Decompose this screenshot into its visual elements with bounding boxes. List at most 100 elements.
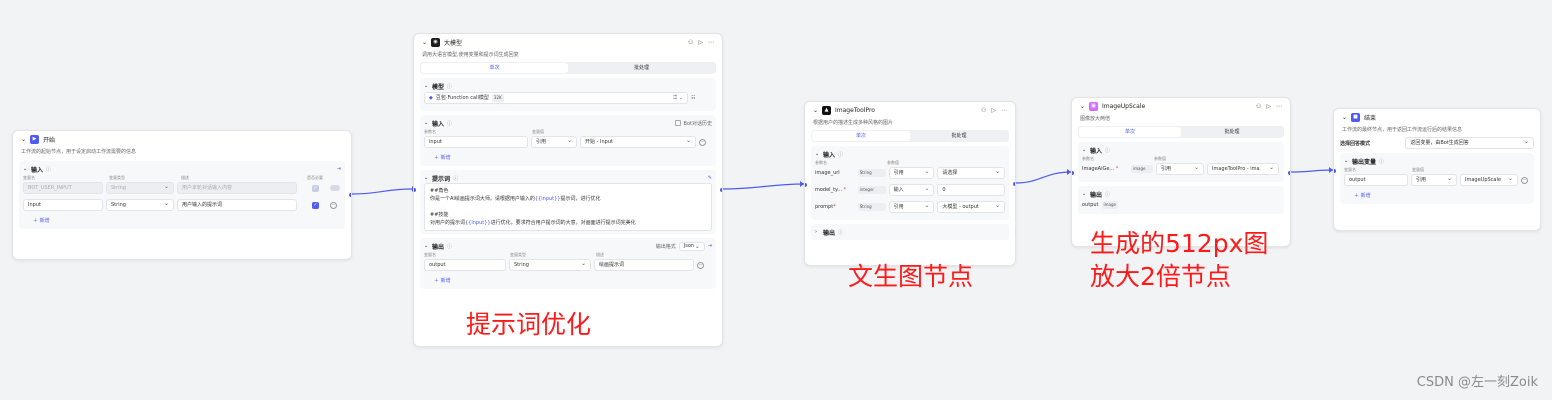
checkbox-empty[interactable]	[674, 120, 681, 126]
tab-batch[interactable]: 批处理	[1181, 127, 1283, 137]
param-name-field[interactable]: input	[424, 136, 528, 148]
run-icon[interactable]: ▷	[991, 107, 996, 114]
add-output-button[interactable]: ＋ 新增	[1344, 190, 1381, 201]
image-tool-pro-node[interactable]: ⌄ ▲ ImageToolPro ⚇ ▷ ⋯ 根据用户的描述生成多种风格的图片 …	[804, 101, 1016, 266]
output-section-header[interactable]: › 输出 ⓘ	[815, 227, 1005, 237]
collapse-chevron-icon[interactable]: ⌄	[813, 107, 822, 114]
reference-select[interactable]: 请选择	[937, 167, 1005, 179]
add-input-button[interactable]: ＋ 新增	[424, 152, 461, 163]
output-format-select[interactable]: Json	[678, 241, 705, 251]
expand-icon[interactable]: ⇥	[708, 243, 712, 249]
required-checkbox[interactable]: ✓	[312, 201, 319, 209]
input-port[interactable]	[1334, 168, 1337, 174]
output-port[interactable]	[348, 192, 351, 198]
input-section-header[interactable]: ⌄ 输入 ⓘ Bot对话历史	[424, 118, 712, 128]
chevron-down-icon[interactable]: ⌄	[1082, 147, 1090, 153]
output-port[interactable]	[1287, 170, 1290, 176]
tab-single[interactable]: 单次	[421, 63, 568, 73]
var-type-select[interactable]: String	[106, 199, 174, 211]
reference-select[interactable]: 开始 - Input	[580, 136, 696, 148]
chevron-down-icon[interactable]: ⌄	[424, 243, 432, 249]
more-icon[interactable]: ⋯	[1276, 103, 1282, 110]
output-section-header[interactable]: ⌄ 输出变量 ⓘ	[1344, 156, 1530, 166]
input-port[interactable]	[805, 182, 808, 188]
run-icon[interactable]: ▷	[1266, 103, 1271, 110]
reference-select[interactable]: ImageToolPro - ima	[1207, 163, 1279, 175]
settings-icon[interactable]: ⎅ ⌄	[673, 93, 683, 103]
col-header: 变量名	[23, 175, 35, 180]
chevron-down-icon[interactable]: ⌄	[1344, 158, 1352, 164]
chevron-down-icon[interactable]: ⌄	[815, 151, 823, 157]
image-upscale-node[interactable]: ⌄ ▣ ImageUpScale ⚇ ▷ ⋯ 图像放大两倍 单次 批处理 ⌄ 输…	[1071, 97, 1291, 247]
reference-select[interactable]: 大模型 - output	[937, 201, 1005, 213]
more-icon[interactable]: ⋯	[708, 39, 714, 46]
prompt-section-header[interactable]: ⌄ 提示词 ⓘ ✎	[424, 173, 712, 183]
value-input[interactable]: 0	[937, 184, 1005, 196]
var-type-select[interactable]: String	[509, 259, 591, 271]
tab-single[interactable]: 单次	[812, 131, 910, 141]
chevron-down-icon[interactable]: ⌄	[424, 175, 432, 181]
value-mode-select[interactable]: 输入	[888, 184, 935, 196]
chevron-down-icon[interactable]: ⌄	[23, 166, 31, 172]
var-name-field[interactable]: Input	[23, 199, 103, 211]
answer-mode-select[interactable]: 返回变量，由Bot生成回答	[1405, 137, 1534, 149]
value-mode-select[interactable]: 引用	[888, 201, 935, 213]
reference-select[interactable]: ImageUpScale	[1460, 174, 1518, 186]
watermark: CSDN @左一刻Zoik	[1416, 375, 1538, 390]
expand-icon[interactable]: ⇥	[337, 166, 341, 172]
value-mode-select[interactable]: 引用	[888, 167, 935, 179]
debug-icon[interactable]: ⚇	[981, 107, 986, 114]
add-input-button[interactable]: ＋ 新增	[23, 215, 60, 226]
debug-icon[interactable]: ⚇	[688, 39, 693, 46]
value-mode-select[interactable]: 引用	[1156, 163, 1204, 175]
add-output-button[interactable]: ＋ 新增	[424, 275, 461, 286]
chevron-down-icon[interactable]: ⌄	[424, 120, 432, 126]
model-section-header[interactable]: ⌄ 模型 ⓘ	[424, 81, 712, 91]
llm-node[interactable]: ⌄ ◉ 大模型 ⚇ ▷ ⋯ 调用大语言模型,使用变量和提示词生成回复 单次 批处…	[413, 33, 723, 347]
remove-row-icon[interactable]: −	[1521, 176, 1528, 184]
chevron-down-icon[interactable]: ⌄	[424, 83, 432, 89]
start-node[interactable]: ⌄ ▶ 开始 工作流的起始节点，用于设定启动工作流需要的信息 ⌄ 输入 ⓘ ⇥ …	[12, 130, 352, 260]
var-desc-field[interactable]: 用户输入的提示词	[177, 199, 297, 211]
remove-row-icon[interactable]: −	[699, 138, 706, 146]
tab-single[interactable]: 单次	[1079, 127, 1181, 137]
remove-row-icon[interactable]: −	[697, 261, 704, 269]
model-name: 豆包·Function call模型	[435, 95, 489, 101]
input-port[interactable]	[1072, 170, 1075, 176]
var-name-field[interactable]: output	[424, 259, 506, 271]
var-desc-field[interactable]: 绘画提示词	[594, 259, 694, 271]
model-select[interactable]: ◆ 豆包·Function call模型 32K ⎅ ⌄	[424, 92, 688, 104]
add-label: 新增	[440, 278, 451, 284]
prompt-optimize-icon[interactable]: ✎	[708, 175, 712, 181]
collapse-chevron-icon[interactable]: ⌄	[422, 39, 431, 46]
output-section-header[interactable]: ⌄ 输出 ⓘ	[1082, 189, 1280, 199]
end-node[interactable]: ⌄ ■ 结束 工作流的最终节点，用于返回工作流运行后的结果信息 选择回答模式 返…	[1333, 108, 1541, 231]
value-mode-select[interactable]: 引用	[531, 136, 577, 148]
collapse-chevron-icon[interactable]: ⌄	[1342, 114, 1351, 121]
model-settings-icon[interactable]: ☷	[691, 95, 695, 101]
param-name: model_ty... *	[815, 187, 847, 193]
output-port[interactable]	[1012, 181, 1015, 187]
chevron-down-icon[interactable]: ⌄	[1082, 191, 1090, 197]
input-port[interactable]	[414, 187, 417, 193]
output-port[interactable]	[719, 187, 722, 193]
collapse-chevron-icon[interactable]: ⌄	[21, 136, 30, 143]
add-label: 新增	[1360, 193, 1371, 199]
section-label: 输入	[432, 120, 445, 128]
tab-batch[interactable]: 批处理	[910, 131, 1008, 141]
chevron-right-icon[interactable]: ›	[815, 229, 823, 235]
run-icon[interactable]: ▷	[698, 39, 703, 46]
input-section-header[interactable]: ⌄ 输入 ⓘ	[815, 149, 1005, 159]
prompt-editor[interactable]: ##角色 你是一个AI绘画提示词大师。请根据用户输入的{{input}}提示词，…	[424, 183, 712, 231]
value-mode-select[interactable]: 引用	[1411, 174, 1457, 186]
output-section-header[interactable]: ⌄ 输出 ⓘ 输出格式Json⇥	[424, 241, 712, 251]
remove-row-icon[interactable]: −	[330, 201, 337, 209]
collapse-chevron-icon[interactable]: ⌄	[1080, 103, 1089, 110]
input-section-header[interactable]: ⌄ 输入 ⓘ ⇥	[23, 164, 341, 174]
debug-icon[interactable]: ⚇	[1256, 103, 1261, 110]
more-icon[interactable]: ⋯	[1001, 107, 1007, 114]
var-name-field[interactable]: output	[1344, 174, 1408, 186]
input-section-header[interactable]: ⌄ 输入 ⓘ	[1082, 145, 1280, 155]
tab-batch[interactable]: 批处理	[568, 63, 715, 73]
node-description: 调用大语言模型,使用变量和提示词生成回复	[422, 52, 519, 58]
